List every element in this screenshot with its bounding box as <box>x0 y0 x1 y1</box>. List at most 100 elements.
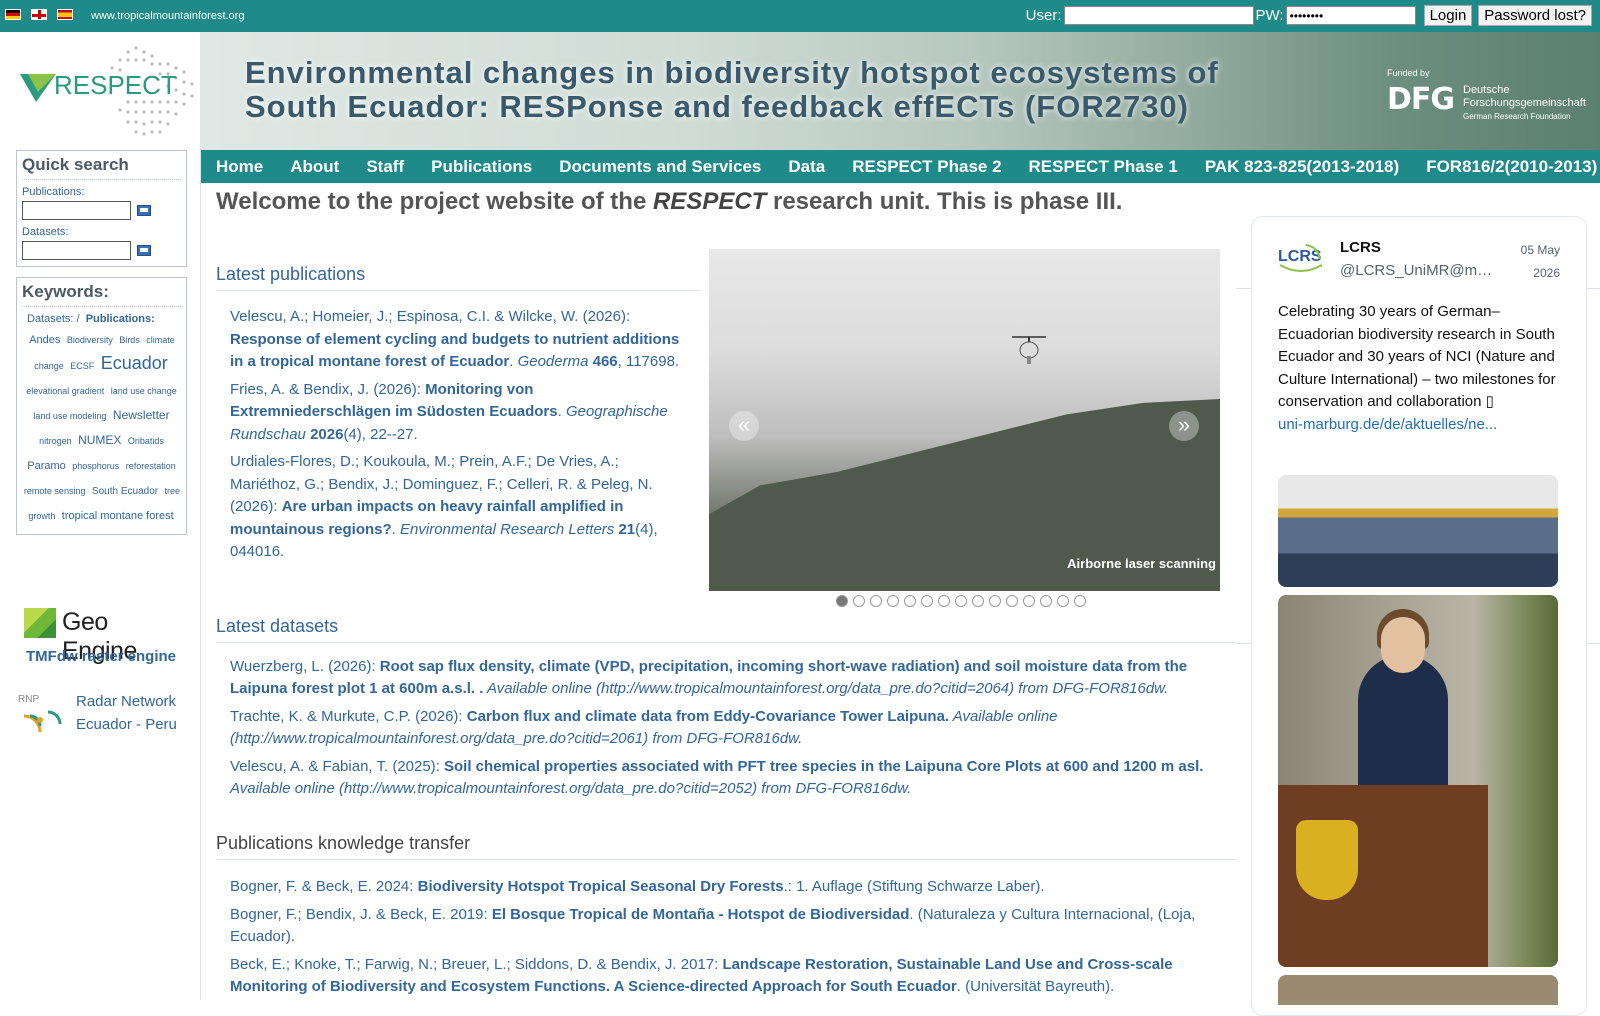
slider-next-button[interactable]: » <box>1169 411 1199 441</box>
slider-dot[interactable] <box>1006 595 1018 607</box>
slider-dot[interactable] <box>921 595 933 607</box>
dataset-item: Trachte, K. & Murkute, C.P. (2026): Carb… <box>230 706 1215 750</box>
post-link[interactable]: uni-marburg.de/de/aktuelles/ne... <box>1278 416 1497 433</box>
keyword-cloud: Andes Biodiversity Birds climate change … <box>22 327 181 528</box>
knowledge-transfer-title: Publications knowledge transfer <box>216 833 471 853</box>
post-author-name[interactable]: LCRS <box>1340 239 1381 256</box>
logo-text: RESPECT <box>54 70 177 100</box>
keyword-link[interactable]: Paramo <box>27 460 66 472</box>
post-author-handle[interactable]: @LCRS_UniMR@m… <box>1340 262 1492 279</box>
login-button[interactable]: Login <box>1423 5 1473 26</box>
keyword-link[interactable]: Oribatids <box>128 436 164 446</box>
nav-respect-phase-2[interactable]: RESPECT Phase 2 <box>839 157 1015 177</box>
transfer-title-link[interactable]: Biodiversity Hotspot Tropical Seasonal D… <box>418 878 784 895</box>
keyword-link[interactable]: tropical montane forest <box>62 510 174 522</box>
transfer-title-link[interactable]: El Bosque Tropical de Montaña - Hotspot … <box>492 906 910 923</box>
lcrs-avatar[interactable]: LCRS <box>1276 239 1326 279</box>
keyword-link[interactable]: nitrogen <box>39 436 72 446</box>
keyword-link[interactable]: ECSF <box>70 361 94 371</box>
respect-logo[interactable]: RESPECT <box>18 40 198 142</box>
nav-about[interactable]: About <box>277 157 353 177</box>
german-flag-icon[interactable] <box>5 9 21 20</box>
user-input[interactable] <box>1063 6 1254 25</box>
keyword-link[interactable]: Biodiversity <box>67 335 113 345</box>
image-slider[interactable]: « » Airborne laser scanning <box>709 249 1220 591</box>
nav-documents-services[interactable]: Documents and Services <box>546 157 775 177</box>
header-banner: RESPECT Environmental changes in biodive… <box>0 32 1600 150</box>
social-post-card[interactable]: LCRS LCRS @LCRS_UniMR@m… 05 May 2026 Cel… <box>1251 216 1587 1016</box>
tmf-raster-engine-link[interactable]: TMFdw raster engine <box>26 648 176 665</box>
publications-search-input[interactable] <box>22 201 131 220</box>
english-flag-icon[interactable] <box>31 9 47 20</box>
keyword-tab-publications[interactable]: Publications: <box>86 313 155 325</box>
radar-network-link[interactable]: Radar Network Ecuador - Peru <box>76 690 177 736</box>
latest-datasets-list: Wuerzberg, L. (2026): Root sap flux dens… <box>230 656 1215 806</box>
post-group-photo[interactable] <box>1278 475 1558 587</box>
keyword-link[interactable]: Newsletter <box>113 408 170 422</box>
keyword-link[interactable]: land use modeling <box>33 411 106 421</box>
slider-dot[interactable] <box>989 595 1001 607</box>
slider-dot[interactable] <box>870 595 882 607</box>
keyword-link[interactable]: Andes <box>29 334 60 346</box>
slider-dot[interactable] <box>1040 595 1052 607</box>
slider-dot[interactable] <box>836 595 848 607</box>
dataset-authors: Wuerzberg, L. (2026): <box>230 658 380 675</box>
nav-home[interactable]: Home <box>200 157 277 177</box>
keyword-link[interactable]: remote sensing <box>24 486 86 496</box>
slider-dot[interactable] <box>938 595 950 607</box>
slider-dot[interactable] <box>1057 595 1069 607</box>
password-input[interactable] <box>1285 6 1416 25</box>
publication-journal: Geoderma <box>517 353 589 370</box>
nav-staff[interactable]: Staff <box>353 157 418 177</box>
slider-dot[interactable] <box>972 595 984 607</box>
dataset-title-link[interactable]: Carbon flux and climate data from Eddy-C… <box>467 708 949 725</box>
book-search-icon[interactable] <box>137 205 151 216</box>
keyword-tab-datasets[interactable]: Datasets: <box>27 313 73 325</box>
publication-pages: , 117698. <box>617 353 680 370</box>
quick-search-box: Quick search Publications: Datasets: <box>16 150 187 267</box>
slider-dot[interactable] <box>904 595 916 607</box>
publication-item: Urdiales-Flores, D.; Koukoula, M.; Prein… <box>230 453 658 560</box>
dataset-availability: Available online (http://www.tropicalmou… <box>230 780 912 797</box>
datasets-search-input[interactable] <box>22 241 131 260</box>
keyword-link[interactable]: elevational gradient <box>26 386 104 396</box>
slider-dot[interactable] <box>1023 595 1035 607</box>
keyword-link[interactable]: Ecuador <box>101 353 168 373</box>
nav-publications[interactable]: Publications <box>418 157 546 177</box>
keywords-box: Keywords: Datasets: / Publications: Ande… <box>16 277 187 535</box>
keyword-link[interactable]: reforestation <box>126 461 176 471</box>
section-divider <box>216 642 1236 643</box>
keyword-link[interactable]: land use change <box>111 386 177 396</box>
nav-for816-2[interactable]: FOR816/2(2010-2013) <box>1413 157 1600 177</box>
keyword-link[interactable]: phosphorus <box>72 461 119 471</box>
nav-data[interactable]: Data <box>775 157 839 177</box>
top-bar: www.tropicalmountainforest.org User: PW:… <box>0 0 1600 32</box>
helicopter-image <box>1012 336 1046 364</box>
latest-publications-title: Latest publications <box>216 264 366 284</box>
nav-respect-phase-1[interactable]: RESPECT Phase 1 <box>1015 157 1191 177</box>
site-url-link[interactable]: www.tropicalmountainforest.org <box>91 10 244 22</box>
radar-network-icon[interactable]: RNP <box>18 692 64 738</box>
post-speaker-photo[interactable] <box>1278 595 1558 967</box>
slider-prev-button[interactable]: « <box>729 411 759 441</box>
password-lost-button[interactable]: Password lost? <box>1478 5 1592 26</box>
nav-pak-823-825[interactable]: PAK 823-825(2013-2018) <box>1191 157 1412 177</box>
slider-dot[interactable] <box>853 595 865 607</box>
slider-dot[interactable] <box>1074 595 1086 607</box>
geo-engine-logo[interactable]: Geo Engine <box>22 606 187 665</box>
keyword-link[interactable]: Birds <box>119 335 140 345</box>
geo-engine-icon <box>24 608 56 638</box>
spanish-flag-icon[interactable] <box>57 9 73 20</box>
post-date[interactable]: 05 May 2026 <box>1500 239 1560 285</box>
dataset-authors: Trachte, K. & Murkute, C.P. (2026): <box>230 708 467 725</box>
keyword-link[interactable]: NUMEX <box>78 433 121 447</box>
dataset-search-icon[interactable] <box>137 245 151 256</box>
publication-authors: Velescu, A.; Homeier, J.; Espinosa, C.I.… <box>230 308 631 325</box>
keyword-link[interactable]: South Ecuador <box>92 486 158 497</box>
dataset-title-link[interactable]: Soil chemical properties associated with… <box>444 758 1203 775</box>
post-third-photo[interactable] <box>1278 975 1558 1005</box>
slider-dot[interactable] <box>887 595 899 607</box>
slider-dot[interactable] <box>955 595 967 607</box>
dfg-logo[interactable]: Funded by DFG Deutsche Forschungsgemeinsc… <box>1385 68 1586 128</box>
latest-datasets-title: Latest datasets <box>216 616 339 636</box>
